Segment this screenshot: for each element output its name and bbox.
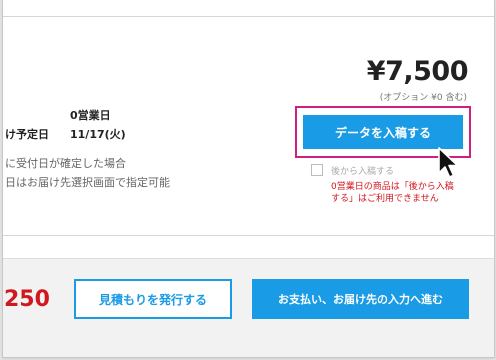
schedule-note-line2: 日はお届け先選択画面で指定可能 — [5, 176, 170, 189]
section-divider — [3, 235, 494, 236]
business-days-value: 0営業日 — [70, 109, 111, 122]
proceed-to-payment-button[interactable]: お支払い、お届け先の入力へ進む — [252, 279, 469, 319]
order-panel: ¥7,500 (オプション ¥0 含む) 0営業日 け予定日 11/17(火) … — [2, 0, 495, 358]
schedule-note-line1: に受付日が確定した場合 — [5, 157, 126, 170]
enter-data-button[interactable]: データを入稿する — [303, 115, 463, 149]
price-option-note: (オプション ¥0 含む) — [379, 93, 467, 103]
mouse-pointer-icon — [438, 147, 459, 178]
upload-later-label: 後から入稿する — [331, 167, 395, 177]
scheduled-date-value: 11/17(火) — [70, 128, 126, 141]
scheduled-date-label: け予定日 — [5, 128, 49, 141]
footer-total-price: 250 — [4, 287, 50, 312]
issue-quote-button[interactable]: 見積もりを発行する — [74, 279, 232, 319]
upload-later-checkbox[interactable] — [311, 164, 323, 176]
top-divider — [3, 16, 494, 17]
order-price: ¥7,500 — [366, 56, 469, 87]
upload-later-warning: 0営業日の商品は「後から入稿する」はご利用できません — [331, 182, 454, 204]
